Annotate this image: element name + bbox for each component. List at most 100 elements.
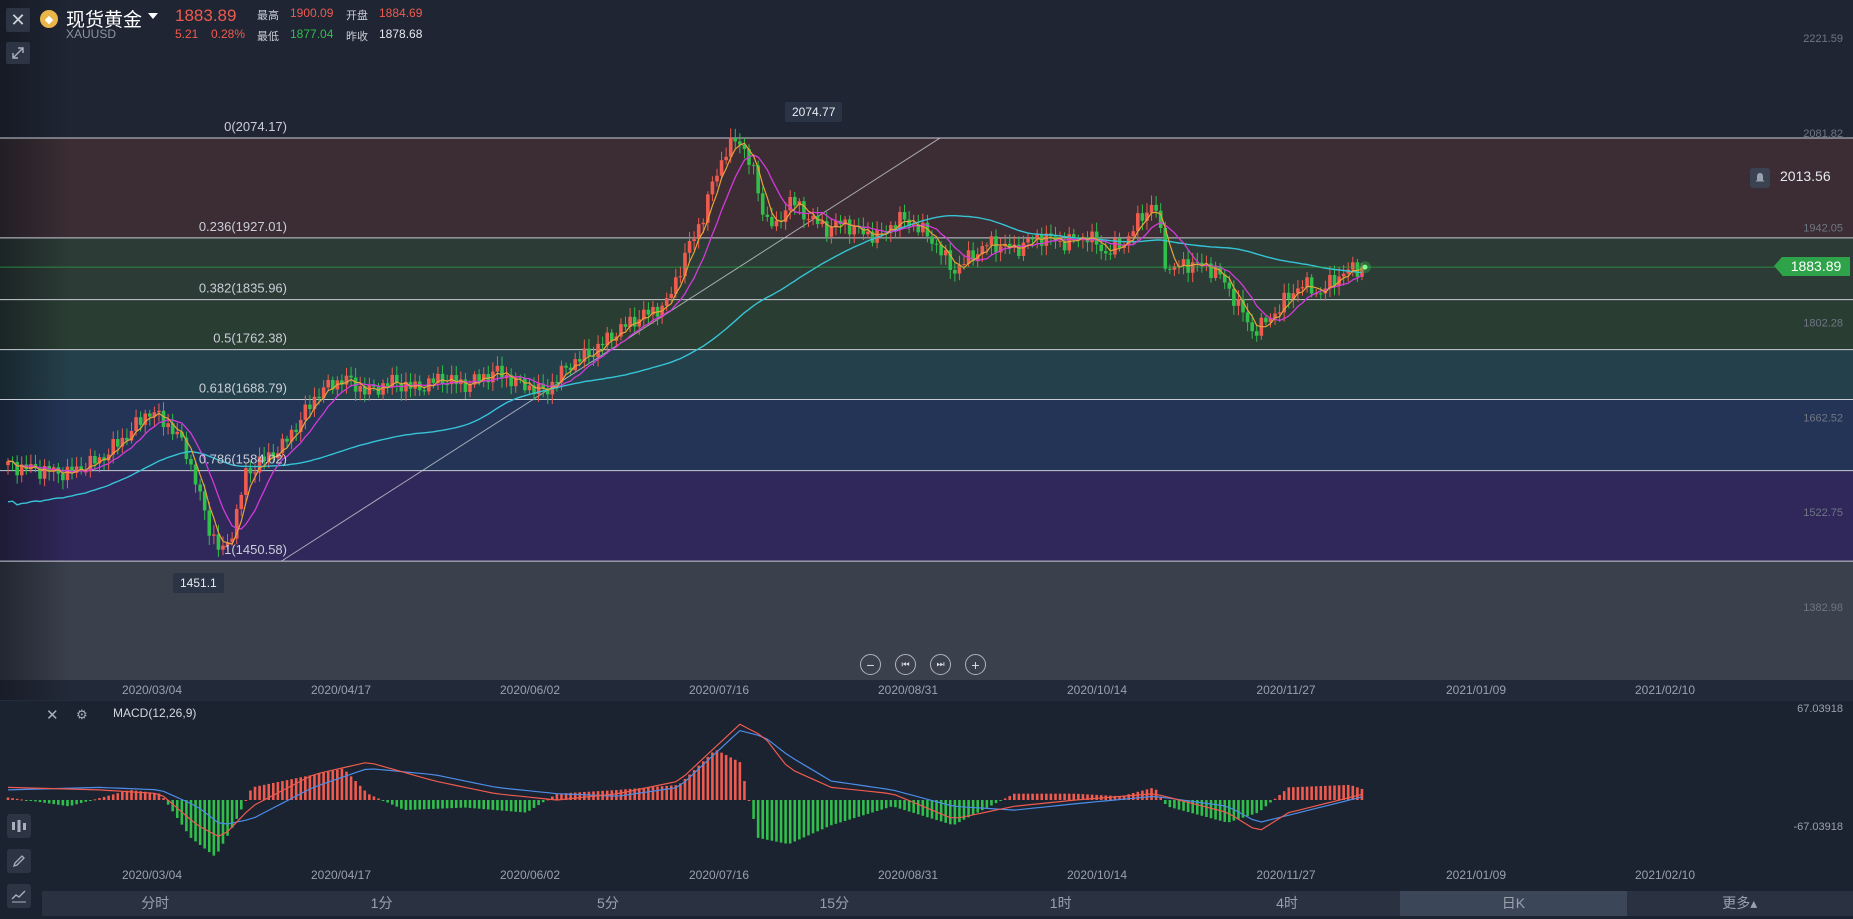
macd-hist-bar: [1246, 800, 1249, 817]
macd-date-tick: 2020/03/04: [122, 868, 182, 882]
price-alert-button[interactable]: [1750, 168, 1770, 188]
macd-hist-bar: [706, 756, 710, 800]
macd-hist-bar: [1022, 793, 1025, 800]
macd-hist-bar: [825, 800, 829, 828]
macd-hist-bar: [976, 800, 980, 813]
symbol-dropdown-caret-icon[interactable]: [148, 13, 158, 19]
macd-hist-bar: [1054, 793, 1057, 800]
candle-body: [1351, 262, 1355, 270]
macd-hist-bar: [75, 800, 78, 805]
candle-body: [294, 429, 298, 433]
macd-hist-bar: [862, 800, 865, 816]
tab-15min[interactable]: 15分: [721, 891, 947, 916]
macd-hist-bar: [875, 800, 879, 812]
scroll-end-button[interactable]: ⏭: [930, 654, 951, 675]
macd-hist-bar: [6, 797, 10, 800]
trend-tool-button[interactable]: [7, 884, 31, 908]
macd-hist-bar: [363, 790, 367, 800]
macd-hist-bar: [84, 800, 88, 802]
candle-body: [770, 216, 774, 227]
macd-hist-bar: [358, 785, 362, 800]
candle-body: [93, 455, 97, 464]
zoom-out-button[interactable]: −: [860, 654, 881, 675]
close-chart-button[interactable]: ✕: [6, 8, 30, 32]
macd-hist-bar: [555, 793, 559, 800]
macd-hist-bar: [811, 800, 815, 834]
zoom-in-button[interactable]: +: [965, 654, 986, 675]
macd-hist-bar: [244, 800, 248, 801]
macd-hist-bar: [958, 800, 961, 823]
candle-body: [431, 378, 436, 383]
candle-body: [65, 466, 70, 481]
candle-body: [1099, 244, 1104, 252]
fib-level-label: 0.618(1688.79): [199, 381, 287, 396]
draw-tool-button[interactable]: [7, 849, 31, 873]
macd-hist-bar: [1333, 785, 1336, 800]
tab-timeshare[interactable]: 分时: [42, 891, 268, 916]
fib-level-label: 0.236(1927.01): [199, 219, 287, 234]
main-price-chart[interactable]: 2221.59 2081.82 1942.05 1802.28 1662.52 1522.…: [0, 0, 1853, 700]
macd-hist-bar: [697, 765, 700, 800]
macd-hist-bar: [427, 800, 431, 810]
candle-body: [1021, 242, 1026, 256]
candle-body: [934, 243, 939, 245]
macd-hist-bar: [816, 800, 819, 832]
date-axis-tick: 2020/08/31: [878, 683, 938, 697]
macd-hist-bar: [884, 800, 888, 809]
macd-hist-bar: [336, 769, 339, 800]
chart-bg-bottom: [0, 561, 1853, 680]
tab-daily[interactable]: 日K: [1400, 891, 1627, 916]
candle-body: [1058, 240, 1062, 242]
candle-body: [134, 417, 138, 431]
macd-hist-bar: [788, 800, 792, 844]
expand-button[interactable]: [6, 42, 30, 64]
candle-body: [317, 396, 321, 399]
expand-icon: [12, 47, 24, 59]
macd-hist-bar: [1173, 800, 1176, 809]
candle-body: [994, 236, 998, 253]
macd-hist-bar: [61, 800, 65, 806]
date-axis-tick: 2021/01/09: [1446, 683, 1506, 697]
macd-hist-bar: [404, 800, 408, 811]
tab-4hour[interactable]: 4时: [1174, 891, 1400, 916]
macd-axis-min: -67.03918: [1793, 821, 1843, 833]
macd-hist-bar: [715, 750, 719, 800]
macd-hist-bar: [766, 800, 769, 840]
candle-body: [468, 384, 472, 392]
indicators-tool-button[interactable]: [7, 814, 31, 838]
macd-hist-bar: [93, 799, 97, 801]
scroll-start-button[interactable]: ⏮: [895, 654, 916, 675]
macd-hist-bar: [830, 800, 833, 826]
macd-hist-bar: [898, 800, 902, 809]
macd-hist-bar: [793, 800, 797, 842]
candle-body: [719, 160, 724, 176]
candle-body: [792, 196, 797, 206]
candle-body: [1245, 312, 1250, 323]
tab-1min[interactable]: 1分: [268, 891, 494, 916]
macd-hist-bar: [1008, 796, 1012, 800]
macd-hist-bar: [720, 752, 723, 800]
macd-hist-bar: [610, 790, 614, 800]
macd-hist-bar: [468, 800, 472, 808]
macd-close-button[interactable]: ✕: [46, 706, 59, 724]
candle-body: [349, 375, 353, 378]
tab-more[interactable]: 更多▴: [1627, 891, 1853, 916]
macd-hist-bar: [482, 800, 486, 810]
macd-hist-bar: [239, 800, 243, 810]
date-axis-tick: 2020/07/16: [689, 683, 749, 697]
date-axis-tick: 2020/04/17: [311, 683, 371, 697]
macd-hist-bar: [340, 768, 344, 800]
candle-body: [1168, 268, 1172, 270]
candle-body: [1305, 277, 1309, 288]
macd-chart[interactable]: 67.03918 -67.03918 2020/03/04 2020/04/17 20…: [0, 700, 1853, 891]
price-axis-tick: 2221.59: [1803, 33, 1843, 45]
skip-forward-icon: ⏭: [936, 659, 945, 669]
macd-hist-bar: [116, 793, 120, 800]
tab-5min[interactable]: 5分: [495, 891, 721, 916]
macd-settings-button[interactable]: ⚙: [76, 707, 88, 723]
macd-hist-bar: [1296, 786, 1300, 800]
candle-body: [985, 245, 989, 247]
tab-1hour[interactable]: 1时: [948, 891, 1174, 916]
macd-hist-bar: [1237, 800, 1240, 820]
candle-body: [166, 423, 170, 428]
